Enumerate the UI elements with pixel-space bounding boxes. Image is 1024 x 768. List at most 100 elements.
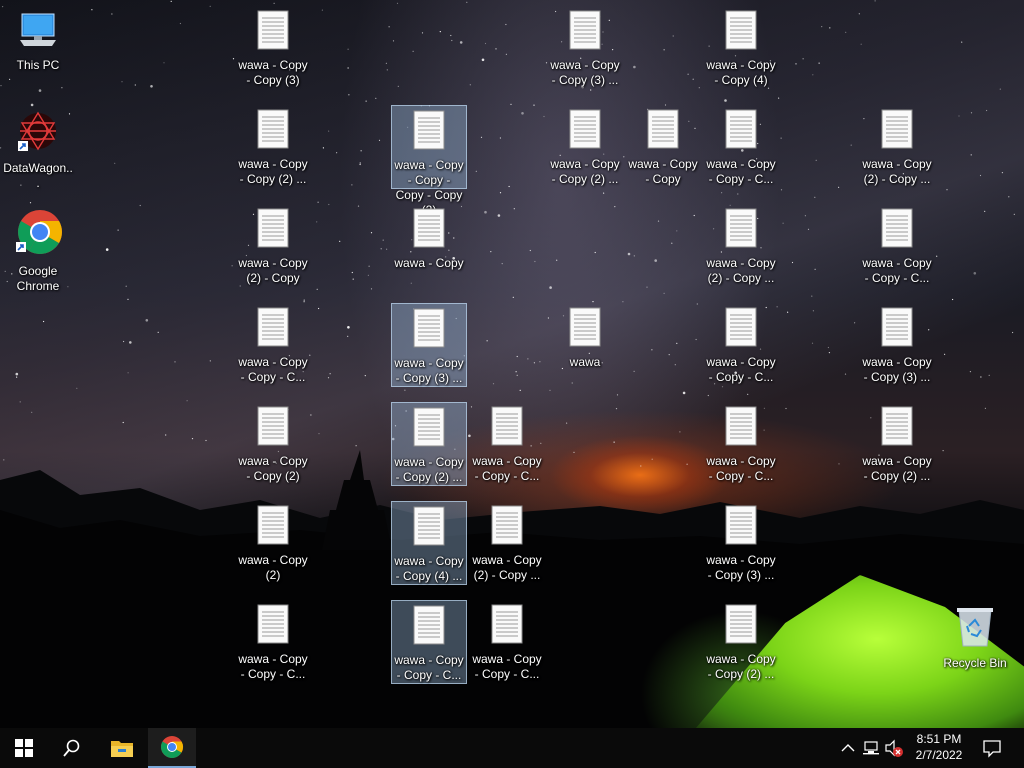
file-label: wawa - Copy - Copy (3) ...: [862, 355, 932, 384]
desktop-file-icon[interactable]: wawa - Copy - Copy - C...: [469, 402, 545, 484]
file-label: wawa - Copy - Copy - C...: [238, 652, 308, 681]
text-file-icon: [881, 208, 913, 248]
desktop-file-icon[interactable]: wawa - Copy - Copy (3) ...: [703, 501, 779, 583]
file-label: wawa - Copy - Copy - C...: [706, 157, 776, 186]
text-file-icon: [413, 208, 445, 248]
text-file-icon: [725, 109, 757, 149]
file-label: wawa - Copy - Copy (2) ...: [862, 454, 932, 483]
desktop-file-icon[interactable]: wawa - Copy - Copy (3): [235, 6, 311, 88]
google-chrome-label: Google Chrome: [16, 264, 60, 293]
desktop-file-icon[interactable]: wawa - Copy - Copy - C...: [703, 402, 779, 484]
text-file-icon: [257, 208, 289, 248]
text-file-icon: [413, 308, 445, 348]
file-label: wawa - Copy (2) - Copy ...: [706, 256, 776, 285]
chevron-up-icon[interactable]: [838, 738, 858, 758]
text-file-icon: [569, 307, 601, 347]
text-file-icon: [569, 10, 601, 50]
desktop-file-icon[interactable]: wawa - Copy - Copy (4) ...: [391, 501, 467, 585]
desktop-file-icon[interactable]: wawa - Copy (2) - Copy ...: [859, 105, 935, 187]
desktop-file-icon[interactable]: wawa - Copy - Copy (2) ...: [391, 402, 467, 486]
text-file-icon: [881, 406, 913, 446]
text-file-icon: [725, 307, 757, 347]
desktop-file-icon[interactable]: wawa - Copy (2) - Copy ...: [469, 501, 545, 583]
file-explorer-button[interactable]: [98, 728, 146, 768]
file-label: wawa - Copy - Copy - C...: [862, 256, 932, 285]
google-chrome-shortcut[interactable]: Google Chrome: [0, 204, 76, 294]
desktop-file-icon[interactable]: wawa - Copy (2) - Copy: [235, 204, 311, 286]
text-file-icon: [413, 110, 445, 150]
text-file-icon: [491, 604, 523, 644]
file-label: wawa - Copy (2) - Copy ...: [472, 553, 542, 582]
this-pc-shortcut[interactable]: This PC: [0, 6, 76, 73]
system-clock[interactable]: 8:51 PM 2/7/2022: [910, 731, 968, 763]
desktop-file-icon[interactable]: wawa - Copy - Copy - C...: [703, 105, 779, 187]
text-file-icon: [413, 407, 445, 447]
recycle-bin-label: Recycle Bin: [943, 656, 1007, 670]
recycle-bin-shortcut[interactable]: Recycle Bin: [937, 600, 1013, 671]
desktop-file-icon[interactable]: wawa - Copy - Copy: [625, 105, 701, 187]
file-label: wawa - Copy - Copy - C...: [238, 355, 308, 384]
text-file-icon: [725, 505, 757, 545]
desktop-file-icon[interactable]: wawa - Copy (2) - Copy ...: [703, 204, 779, 286]
text-file-icon: [881, 307, 913, 347]
file-label: wawa - Copy - Copy (2) ...: [394, 455, 464, 484]
text-file-icon: [413, 605, 445, 645]
text-file-icon: [725, 208, 757, 248]
desktop-file-icon[interactable]: wawa - Copy - Copy - C...: [391, 600, 467, 684]
desktop-file-icon[interactable]: wawa - Copy: [391, 204, 467, 271]
file-label: wawa - Copy (2): [238, 553, 308, 582]
file-label: wawa - Copy (2) - Copy ...: [862, 157, 932, 186]
desktop-file-icon[interactable]: wawa - Copy - Copy - C...: [469, 600, 545, 682]
desktop-file-icon[interactable]: wawa - Copy - Copy - C...: [859, 204, 935, 286]
network-icon[interactable]: [862, 738, 882, 758]
desktop-file-icon[interactable]: wawa: [547, 303, 623, 370]
this-pc-icon: [20, 13, 56, 46]
taskbar: 8:51 PM 2/7/2022: [0, 728, 1024, 768]
text-file-icon: [647, 109, 679, 149]
desktop-file-icon[interactable]: wawa - Copy - Copy - Copy - Copy (2): [391, 105, 467, 217]
text-file-icon: [257, 307, 289, 347]
desktop-file-icon[interactable]: wawa - Copy - Copy (3) ...: [859, 303, 935, 385]
file-label: wawa - Copy - Copy (3) ...: [394, 356, 464, 385]
start-button[interactable]: [0, 728, 48, 768]
desktop-file-icon[interactable]: wawa - Copy - Copy (2) ...: [235, 105, 311, 187]
desktop-file-icon[interactable]: wawa - Copy - Copy (3) ...: [391, 303, 467, 387]
desktop-file-icon[interactable]: wawa - Copy - Copy - C...: [703, 303, 779, 385]
chrome-icon: [161, 736, 183, 758]
file-label: wawa - Copy - Copy - C...: [472, 454, 542, 483]
file-label: wawa - Copy - Copy - C...: [706, 454, 776, 483]
desktop-file-icon[interactable]: wawa - Copy - Copy (2) ...: [859, 402, 935, 484]
text-file-icon: [491, 406, 523, 446]
text-file-icon: [725, 406, 757, 446]
desktop-file-icon[interactable]: wawa - Copy - Copy - C...: [235, 303, 311, 385]
desktop-file-icon[interactable]: wawa - Copy - Copy - C...: [235, 600, 311, 682]
datawagon-shortcut[interactable]: DataWagon...: [0, 105, 76, 191]
desktop-file-icon[interactable]: wawa - Copy - Copy (2) ...: [547, 105, 623, 187]
file-label: wawa - Copy - Copy (2) ...: [550, 157, 620, 186]
chrome-taskbar-button[interactable]: [148, 728, 196, 768]
recycle-bin-icon: [957, 608, 993, 647]
desktop-file-icon[interactable]: wawa - Copy - Copy (3) ...: [547, 6, 623, 88]
file-label: wawa - Copy - Copy: [628, 157, 698, 186]
notification-icon[interactable]: [982, 738, 1002, 758]
file-label: wawa - Copy - Copy (4): [706, 58, 776, 87]
search-button[interactable]: [48, 728, 96, 768]
clock-date: 2/7/2022: [915, 748, 963, 762]
desktop-file-icon[interactable]: wawa - Copy - Copy (4): [703, 6, 779, 88]
desktop-file-icon[interactable]: wawa - Copy (2): [235, 501, 311, 583]
datawagon-label: DataWagon...: [3, 161, 73, 190]
file-label: wawa - Copy - Copy (3) ...: [706, 553, 776, 582]
file-label: wawa - Copy - Copy - C...: [706, 355, 776, 384]
volume-muted-icon[interactable]: [884, 738, 904, 758]
datawagon-icon: [18, 111, 56, 151]
search-icon: [63, 739, 80, 757]
desktop-file-icon[interactable]: wawa - Copy - Copy (2): [235, 402, 311, 484]
file-label: wawa - Copy - Copy (2) ...: [238, 157, 308, 186]
start-icon: [15, 739, 33, 757]
file-label: wawa - Copy - Copy (3) ...: [550, 58, 620, 87]
desktop-file-icon[interactable]: wawa - Copy - Copy (2) ...: [703, 600, 779, 682]
text-file-icon: [725, 10, 757, 50]
chrome-icon: [16, 210, 62, 254]
text-file-icon: [491, 505, 523, 545]
text-file-icon: [257, 505, 289, 545]
